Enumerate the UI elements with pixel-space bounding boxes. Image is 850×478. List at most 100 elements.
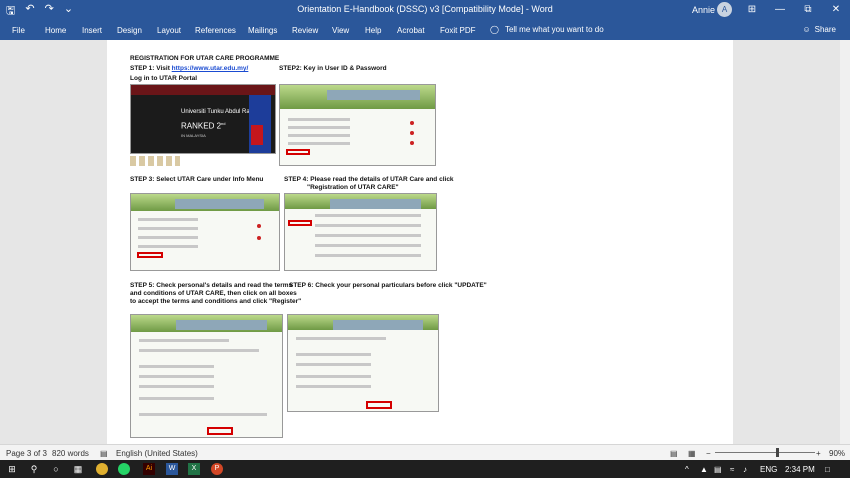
tab-acrobat[interactable]: Acrobat [397, 26, 425, 35]
campus-banner [280, 85, 435, 109]
line [315, 224, 421, 227]
zoom-level[interactable]: 90% [829, 449, 845, 458]
bullet [410, 131, 414, 135]
tab-file[interactable]: File [12, 26, 25, 35]
restore-button[interactable]: ⧉ [794, 0, 822, 20]
zoom-out-button[interactable]: − [706, 449, 711, 458]
step5-line3: to accept the terms and conditions and c… [130, 298, 302, 305]
line [295, 353, 371, 356]
file-explorer-icon[interactable]: ▦ [72, 463, 84, 475]
tab-help[interactable]: Help [365, 26, 381, 35]
ranked-label: RANKED 2 [181, 121, 222, 131]
read-mode-icon[interactable]: ▤ [670, 449, 678, 458]
tab-insert[interactable]: Insert [82, 26, 102, 35]
minimize-button[interactable]: — [766, 0, 794, 20]
wifi-icon[interactable]: ≈ [730, 465, 734, 474]
step3-text: STEP 3: Select UTAR Care under Info Menu [130, 176, 264, 183]
building [330, 199, 421, 209]
building [176, 320, 267, 330]
portal-login-image [279, 84, 436, 166]
task-view-icon[interactable]: ○ [50, 463, 62, 475]
line [315, 214, 421, 217]
info-menu-image [130, 193, 280, 271]
tell-me-label: Tell me what you want to do [504, 25, 604, 34]
ribbon-tabs: File Home Insert Design Layout Reference… [0, 20, 850, 40]
avatar[interactable]: A [717, 2, 732, 17]
ribbon-display-options-icon[interactable]: ⊞ [738, 0, 766, 20]
step5-line2: and conditions of UTAR CARE, then click … [130, 290, 297, 297]
clock[interactable]: 2:34 PM [785, 465, 815, 474]
tab-references[interactable]: References [195, 26, 236, 35]
line [295, 375, 371, 378]
zoom-slider-thumb[interactable] [776, 448, 779, 457]
line [138, 245, 198, 248]
registration-highlight-box [288, 220, 312, 226]
tab-layout[interactable]: Layout [157, 26, 181, 35]
close-button[interactable]: ✕ [822, 0, 850, 20]
search-icon[interactable]: ⚲ [28, 463, 40, 475]
step4-line1: STEP 4: Please read the details of UTAR … [284, 176, 454, 183]
user-name[interactable]: Annie [692, 5, 715, 15]
powerpoint-icon[interactable]: P [211, 463, 223, 475]
line [138, 413, 267, 416]
proofing-icon[interactable]: ▤ [100, 449, 108, 458]
ranked-text: RANKED 2nd [181, 121, 225, 131]
tell-me-box[interactable]: ◯ Tell me what you want to do [490, 25, 604, 34]
line [287, 126, 350, 129]
line [138, 385, 215, 388]
step6-text: STEP 6: Check your personal particulars … [289, 282, 487, 289]
line [287, 118, 350, 121]
battery-icon[interactable]: ▤ [714, 465, 722, 474]
network-icon[interactable]: ▲ [700, 465, 708, 474]
language[interactable]: English (United States) [116, 449, 198, 458]
vertical-scrollbar[interactable] [840, 40, 850, 444]
bullet [257, 236, 261, 240]
share-label: Share [814, 25, 836, 34]
chrome-icon[interactable] [96, 463, 108, 475]
campus-banner [131, 315, 282, 333]
word-count[interactable]: 820 words [52, 449, 89, 458]
print-layout-icon[interactable]: ▦ [688, 449, 696, 458]
step2-text: STEP2: Key in User ID & Password [279, 65, 387, 72]
document-area[interactable]: REGISTRATION FOR UTAR CARE PROGRAMME STE… [0, 40, 850, 444]
line [138, 349, 260, 352]
word-icon[interactable]: W [166, 463, 178, 475]
whatsapp-icon[interactable] [118, 463, 130, 475]
excel-icon[interactable]: X [188, 463, 200, 475]
line [138, 375, 215, 378]
tab-foxit-pdf[interactable]: Foxit PDF [440, 26, 476, 35]
line [138, 339, 230, 342]
line [295, 363, 371, 366]
line [138, 218, 198, 221]
tab-home[interactable]: Home [45, 26, 66, 35]
building [175, 199, 265, 209]
line [138, 227, 198, 230]
ranked-sup: nd [221, 121, 226, 126]
share-button[interactable]: ☺ Share [802, 25, 836, 34]
tab-mailings[interactable]: Mailings [248, 26, 277, 35]
step1-line2: Log in to UTAR Portal [130, 75, 198, 82]
zoom-in-button[interactable]: + [816, 449, 821, 458]
zoom-slider-track[interactable] [715, 452, 815, 453]
line [287, 134, 350, 137]
page-count[interactable]: Page 3 of 3 [6, 449, 47, 458]
step4-line2: "Registration of UTAR CARE" [307, 184, 399, 191]
tab-design[interactable]: Design [117, 26, 142, 35]
tray-chevron-icon[interactable]: ^ [685, 465, 689, 474]
volume-icon[interactable]: ♪ [743, 465, 747, 474]
building [326, 90, 420, 100]
tab-review[interactable]: Review [292, 26, 318, 35]
document-page[interactable]: REGISTRATION FOR UTAR CARE PROGRAMME STE… [107, 40, 733, 444]
tab-view[interactable]: View [332, 26, 349, 35]
start-icon[interactable]: ⊞ [6, 463, 18, 475]
notifications-icon[interactable]: □ [825, 465, 830, 474]
adobe-illustrator-icon[interactable]: Ai [143, 463, 155, 475]
campus-banner [288, 315, 438, 331]
step1-prefix: STEP 1: Visit [130, 65, 172, 72]
language-indicator[interactable]: ENG [760, 465, 777, 474]
in-malaysia-text: IN MALAYSIA [181, 133, 206, 138]
line [138, 397, 215, 400]
line [315, 234, 421, 237]
utar-link[interactable]: https://www.utar.edu.my/ [172, 65, 249, 72]
building [333, 320, 423, 330]
